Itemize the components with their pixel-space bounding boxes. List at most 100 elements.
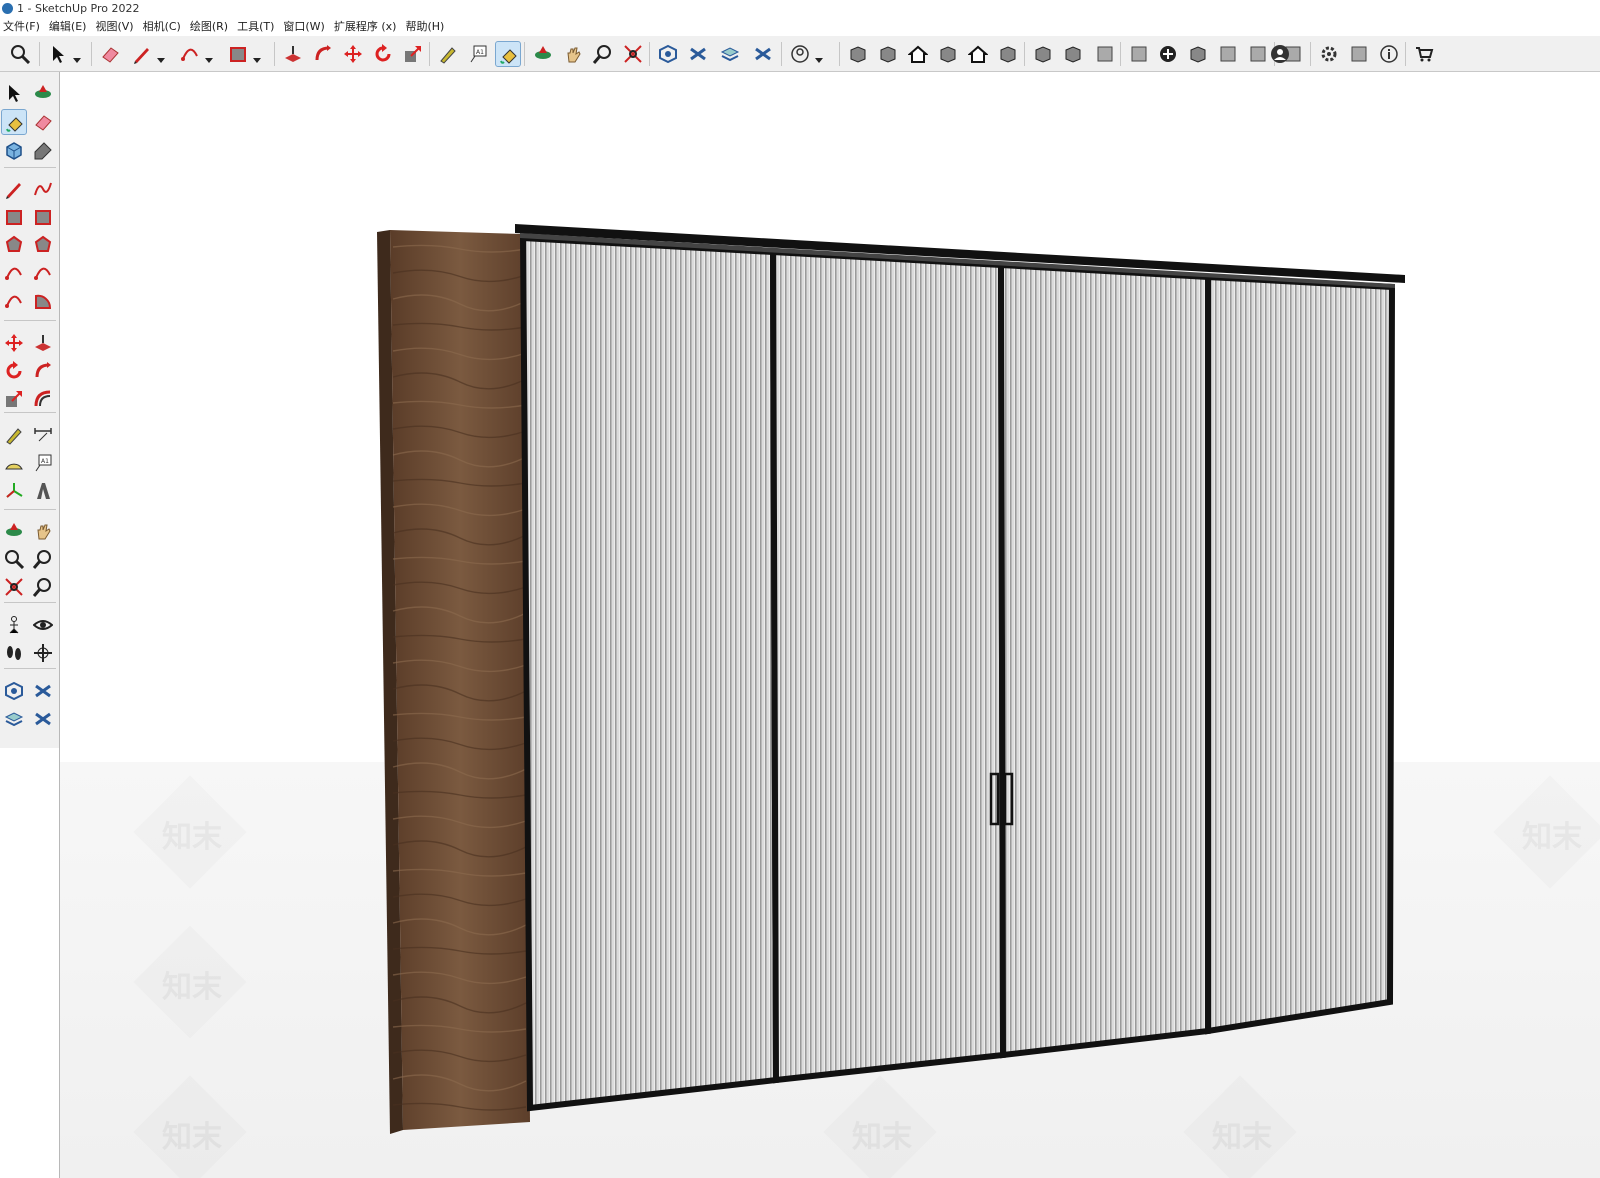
zoom-tool-button[interactable] [590,41,616,67]
zoom-extents-button[interactable] [620,41,646,67]
palette-scale-button[interactable] [1,386,27,412]
palette-eraser-button[interactable] [30,109,56,135]
select-button[interactable] [45,41,71,67]
palette-orbit-view-button[interactable] [1,518,27,544]
chevron-down-icon[interactable] [73,49,81,63]
palette-tag-button[interactable] [30,138,56,164]
front-view-button[interactable] [905,41,931,67]
menu-item-6[interactable]: 窗口(W) [280,18,330,36]
palette-walk-button[interactable] [1,640,27,666]
menu-item-4[interactable]: 绘图(R) [187,18,234,36]
tape-measure-button[interactable] [435,41,461,67]
glass-door-panel-3[interactable] [997,261,1211,1059]
account-button[interactable] [787,41,813,67]
chevron-down-icon[interactable] [157,49,165,63]
palette-previous-view-button[interactable] [30,574,56,600]
rotate-button[interactable] [370,41,396,67]
palette-pan-button[interactable] [30,518,56,544]
palette-dimension-button[interactable] [30,422,56,448]
chevron-down-icon[interactable] [815,49,823,63]
model-info-button[interactable] [1346,41,1372,67]
follow-me-button[interactable] [310,41,336,67]
3d-warehouse-button[interactable] [655,41,681,67]
menu-item-3[interactable]: 相机(C) [140,18,187,36]
palette-3d-warehouse-button[interactable] [1,678,27,704]
palette-move-button[interactable] [1,330,27,356]
text-button[interactable]: A1 [465,41,491,67]
palette-pie-button[interactable] [30,288,56,314]
palette-select-button[interactable] [1,80,27,106]
orbit-button[interactable] [530,41,556,67]
palette-polygon-button[interactable] [30,232,56,258]
palette-pencil-button[interactable] [1,176,27,202]
glass-door-panel-4[interactable] [1205,273,1396,1035]
menu-item-1[interactable]: 编辑(E) [46,18,93,36]
palette-three-point-arc-button[interactable] [1,288,27,314]
palette-position-camera-button[interactable] [1,612,27,638]
palette-section-plane-button[interactable] [30,640,56,666]
move-button[interactable] [340,41,366,67]
palette-axes-button[interactable] [1,478,27,504]
geo-button[interactable] [1185,41,1211,67]
chevron-down-icon[interactable] [253,49,261,63]
rectangle-button[interactable] [225,41,251,67]
palette-rectangle-button[interactable] [1,204,27,230]
scenes-button[interactable] [1126,41,1152,67]
top-view-button[interactable] [875,41,901,67]
palette-arc-button[interactable] [1,260,27,286]
photo-texture-button[interactable] [1215,41,1241,67]
back-view-button[interactable] [965,41,991,67]
palette-layout-button[interactable] [1,706,27,732]
push-pull-button[interactable] [280,41,306,67]
scale-button[interactable] [400,41,426,67]
palette-paint-bucket-button[interactable] [1,109,27,135]
zoom-button[interactable] [7,41,33,67]
palette-two-point-arc-button[interactable] [30,260,56,286]
store-button[interactable] [1411,41,1437,67]
arc-button[interactable] [177,41,203,67]
glass-door-panel-1[interactable] [519,234,780,1112]
menu-item-2[interactable]: 视图(V) [92,18,139,36]
palette-orbit-button[interactable] [30,80,56,106]
palette-freehand-button[interactable] [30,176,56,202]
paint-bucket-button[interactable] [495,41,521,67]
palette-3d-text-button[interactable] [30,478,56,504]
menu-item-7[interactable]: 扩展程序 (x) [331,18,403,36]
model-viewport[interactable]: 知末知末知末知末知末知末知末知末知末知末知末知末水印保护区，画质会受到部分影响 [60,72,1600,1178]
menu-item-0[interactable]: 文件(F) [0,18,46,36]
menu-item-5[interactable]: 工具(T) [234,18,280,36]
outer-shell-button[interactable] [1092,41,1118,67]
palette-zoom-extents-button[interactable] [1,574,27,600]
palette-rotated-rectangle-button[interactable] [30,204,56,230]
palette-tape-measure-button[interactable] [1,422,27,448]
profile-button[interactable] [1267,41,1293,67]
palette-zoom-window-button[interactable] [30,546,56,572]
info-button[interactable] [1376,41,1402,67]
palette-look-around-button[interactable] [30,612,56,638]
wood-column-front[interactable] [390,230,530,1130]
solid-inspector-button[interactable] [1060,41,1086,67]
palette-protractor-button[interactable] [1,450,27,476]
extension-warehouse-button[interactable] [685,41,711,67]
palette-push-pull-button[interactable] [30,330,56,356]
bottom-view-button[interactable] [1030,41,1056,67]
palette-extension-manager-button[interactable] [30,706,56,732]
eraser-button[interactable] [97,41,123,67]
layout-button[interactable] [717,41,743,67]
add-location-button[interactable] [1155,41,1181,67]
palette-offset-button[interactable] [30,386,56,412]
left-view-button[interactable] [995,41,1021,67]
pencil-button[interactable] [129,41,155,67]
palette-extension-warehouse-button[interactable] [30,678,56,704]
extensions-settings-button[interactable] [1316,41,1342,67]
palette-rotate-button[interactable] [1,358,27,384]
iso-view-button[interactable] [845,41,871,67]
palette-follow-me-button[interactable] [30,358,56,384]
menu-item-8[interactable]: 帮助(H) [402,18,450,36]
palette-text-button[interactable]: A1 [30,450,56,476]
palette-circle-button[interactable] [1,232,27,258]
extension-manager-button[interactable] [750,41,776,67]
palette-component-button[interactable] [1,138,27,164]
chevron-down-icon[interactable] [205,49,213,63]
glass-door-panel-2[interactable] [769,248,1007,1084]
